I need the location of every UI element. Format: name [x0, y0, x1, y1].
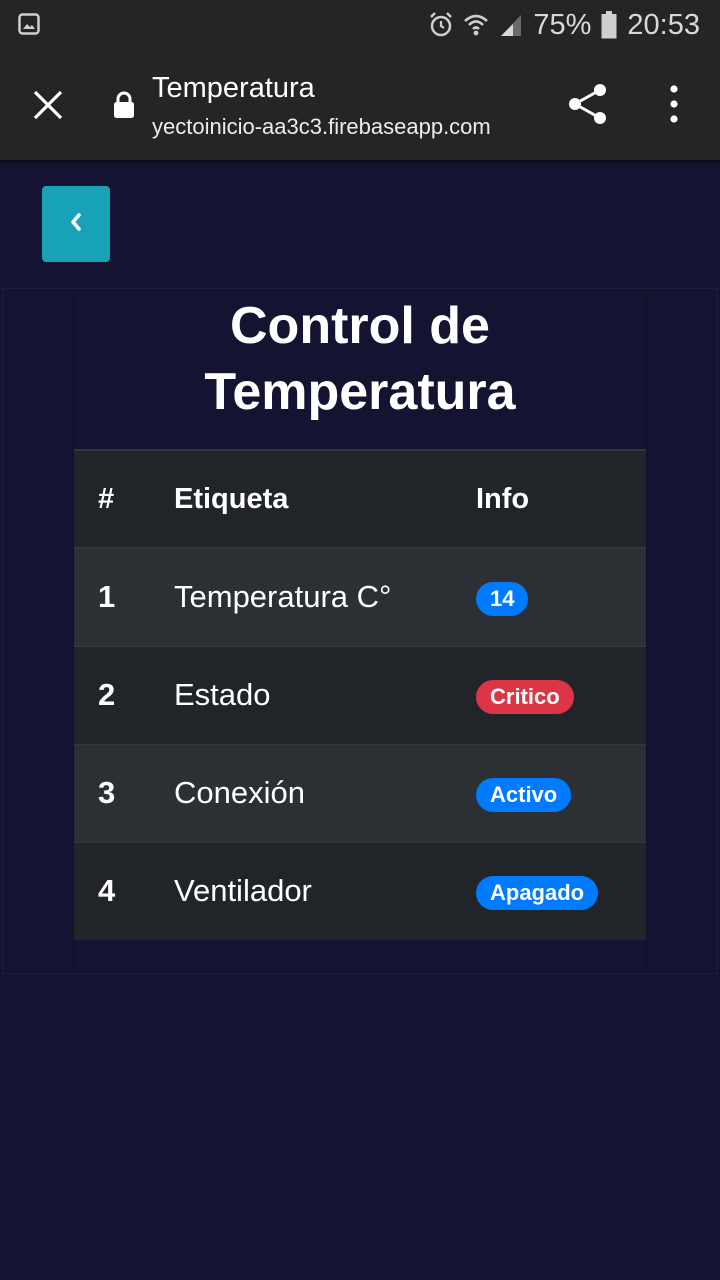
row-number: 3	[74, 743, 174, 842]
page-title-line2: Temperatura	[204, 363, 516, 421]
page-title-line1: Control de	[230, 297, 490, 355]
page-title-bar: Temperatura	[152, 72, 315, 104]
share-icon[interactable]	[566, 82, 610, 126]
status-badge: Critico	[476, 680, 574, 714]
table-row: 4 Ventilador Apagado	[74, 841, 646, 940]
temperature-panel: Control de Temperatura # Etiqueta Info 1…	[73, 290, 647, 972]
row-label: Temperatura C°	[174, 547, 476, 646]
row-label: Estado	[174, 645, 476, 744]
row-label: Ventilador	[174, 841, 476, 940]
data-table: # Etiqueta Info 1 Temperatura C° 14 2 Es…	[74, 449, 646, 940]
alarm-icon	[429, 12, 453, 38]
battery-level: 75%	[533, 8, 592, 41]
chevron-left-icon	[68, 212, 84, 237]
header-info: Info	[476, 449, 646, 549]
header-number: #	[74, 449, 174, 549]
connection-badge: Activo	[476, 778, 572, 812]
table-header-row: # Etiqueta Info	[74, 449, 646, 549]
url-host[interactable]: yectoinicio-aa3c3.firebaseapp.com	[152, 114, 491, 140]
close-icon[interactable]	[28, 85, 68, 125]
back-button[interactable]	[42, 186, 110, 262]
clock: 20:53	[627, 8, 700, 41]
page-title: Control de Temperatura	[74, 291, 646, 425]
row-number: 2	[74, 645, 174, 744]
lock-icon	[112, 90, 136, 120]
table-row: 1 Temperatura C° 14	[74, 547, 646, 646]
temperature-badge: 14	[476, 582, 529, 617]
header-etiqueta: Etiqueta	[174, 449, 476, 549]
wifi-icon	[463, 12, 489, 38]
table-row: 2 Estado Critico	[74, 645, 646, 744]
table-row: 3 Conexión Activo	[74, 743, 646, 842]
row-number: 4	[74, 841, 174, 940]
row-number: 1	[74, 547, 174, 646]
signal-icon	[499, 13, 523, 37]
status-bar: 75% 20:53	[0, 0, 720, 50]
gallery-icon	[18, 13, 40, 40]
fan-badge: Apagado	[476, 876, 599, 911]
row-label: Conexión	[174, 743, 476, 842]
battery-icon	[601, 11, 617, 39]
more-vert-icon[interactable]	[660, 82, 688, 126]
browser-toolbar: Temperatura yectoinicio-aa3c3.firebaseap…	[0, 50, 720, 160]
